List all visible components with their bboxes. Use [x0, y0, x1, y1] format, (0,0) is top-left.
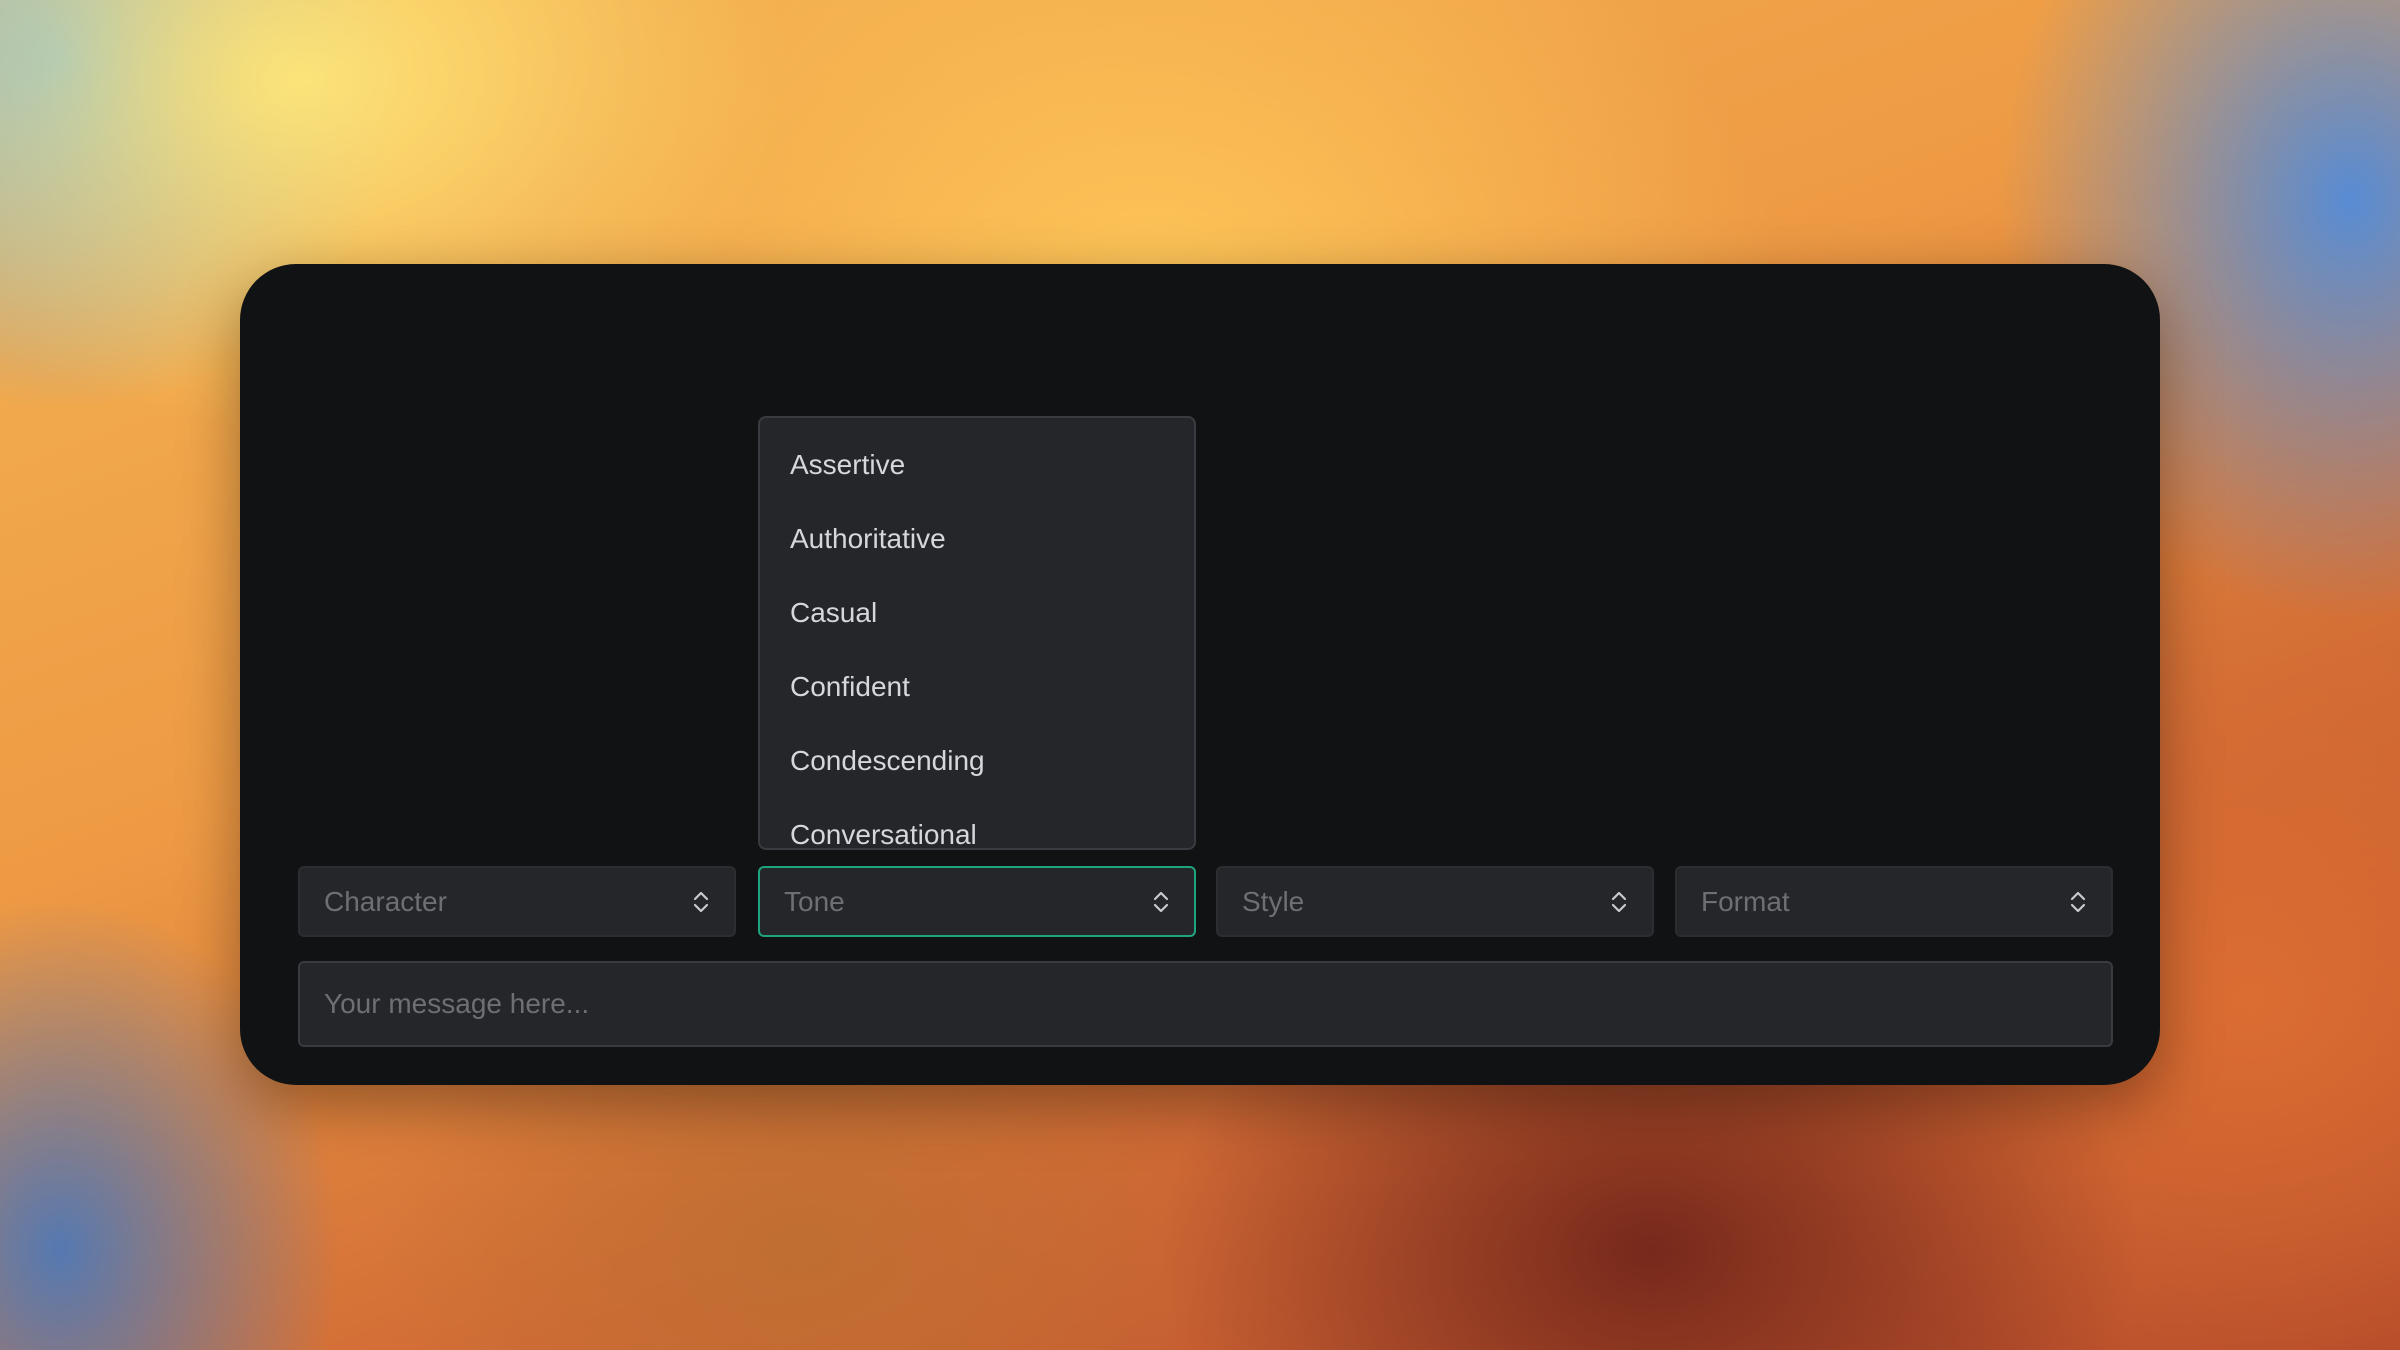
chevron-up-down-icon — [1611, 891, 1627, 912]
format-select-label: Format — [1701, 885, 1790, 917]
style-select[interactable]: Style — [1216, 866, 1654, 937]
message-placeholder: Your message here... — [324, 988, 590, 1019]
tone-option-condescending[interactable]: Condescending — [760, 734, 1194, 808]
chevron-up-down-icon — [1153, 891, 1169, 912]
character-select[interactable]: Character — [298, 866, 736, 937]
select-row: Character Tone Style Format — [298, 866, 2113, 937]
chevron-up-down-icon — [693, 891, 709, 912]
tone-select[interactable]: Tone — [758, 866, 1196, 937]
chevron-up-down-icon — [2070, 891, 2086, 912]
tone-option-assertive[interactable]: Assertive — [760, 438, 1194, 512]
tone-option-conversational[interactable]: Conversational — [760, 808, 1194, 848]
tone-select-label: Tone — [784, 885, 845, 917]
format-select[interactable]: Format — [1675, 866, 2113, 937]
character-select-label: Character — [324, 885, 447, 917]
tone-option-authoritative[interactable]: Authoritative — [760, 512, 1194, 586]
tone-option-confident[interactable]: Confident — [760, 660, 1194, 734]
tone-option-casual[interactable]: Casual — [760, 586, 1194, 660]
style-select-label: Style — [1242, 885, 1305, 917]
tone-dropdown-menu: Assertive Authoritative Casual Confident… — [758, 416, 1196, 850]
message-input[interactable]: Your message here... — [298, 961, 2113, 1047]
